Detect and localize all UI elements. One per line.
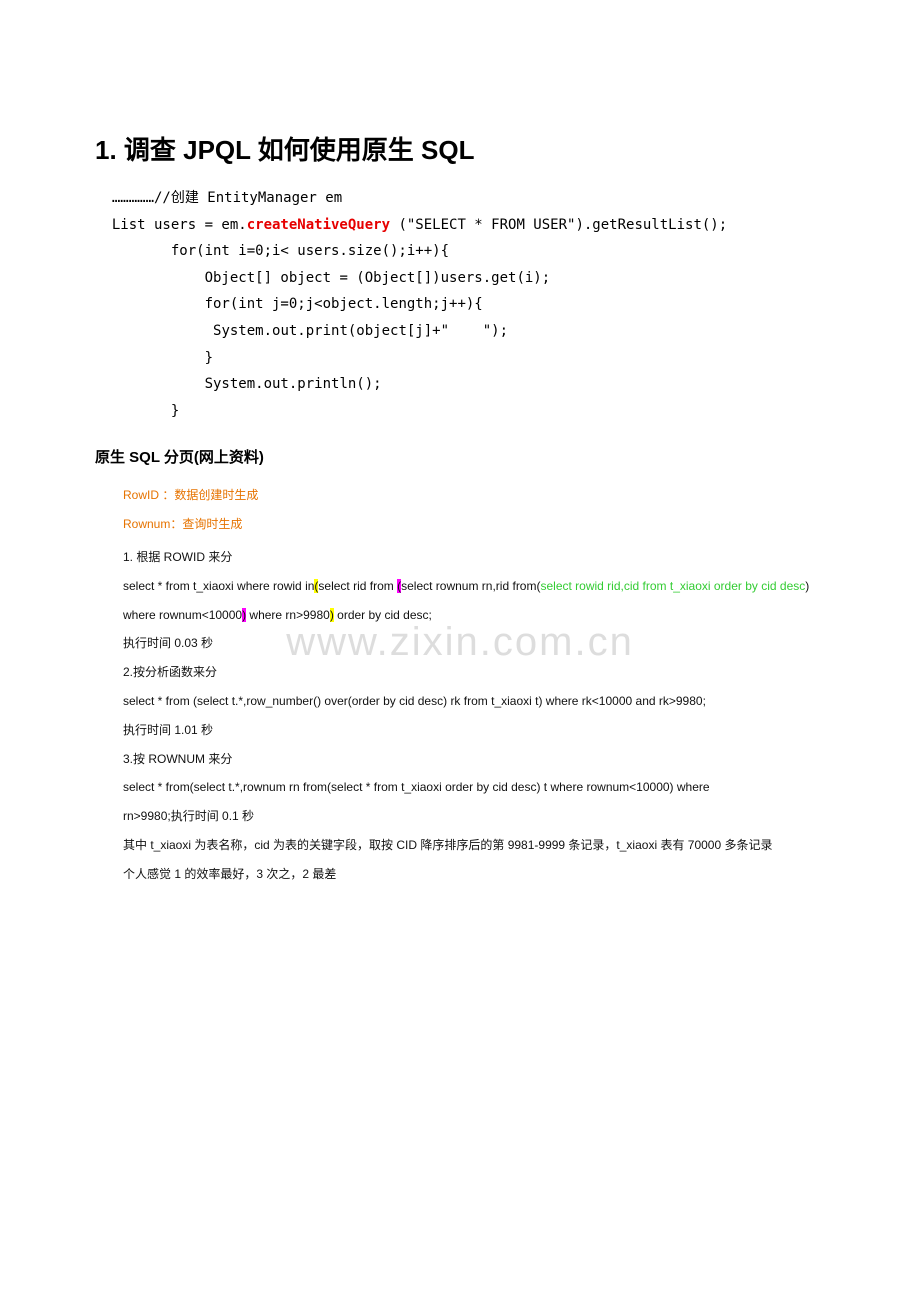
- content-section: RowID ：数据创建时生成 Rownum：查询时生成 1. 根据 ROWID …: [95, 481, 825, 888]
- code-line-4: Object[] object = (Object[])users.get(i)…: [95, 270, 550, 286]
- sql1-part-h: where rn>9980: [246, 608, 330, 622]
- code-line-2a: List users = em.: [95, 217, 247, 233]
- exec-time-1: 执行时间 0.03 秒: [123, 629, 825, 658]
- code-line-9: }: [95, 403, 179, 419]
- sql-query-2: select * from (select t.*,row_number() o…: [123, 687, 825, 716]
- code-line-7: }: [95, 350, 213, 366]
- highlighted-method: createNativeQuery: [247, 217, 390, 233]
- note-1: 其中 t_xiaoxi 为表名称，cid 为表的关键字段，取按 CID 降序排序…: [123, 831, 825, 860]
- heading-1: 1. 调查 JPQL 如何使用原生 SQL: [95, 130, 825, 167]
- orange-text-2: Rownum：查询时生成: [123, 510, 825, 539]
- code-line-1: ……………//创建 EntityManager em: [95, 190, 342, 206]
- orange-text-1: RowID ：数据创建时生成: [123, 481, 825, 510]
- code-block: ……………//创建 EntityManager em List users = …: [95, 185, 825, 424]
- code-line-5: for(int j=0;j<object.length;j++){: [95, 296, 483, 312]
- list-item-2: 2.按分析函数来分: [123, 658, 825, 687]
- sql1-part-j: order by cid desc;: [334, 608, 432, 622]
- list-item-1: 1. 根据 ROWID 来分: [123, 543, 825, 572]
- sql1-part-c: select rid from: [318, 579, 397, 593]
- sql-query-3a: select * from(select t.*,rownum rn from(…: [123, 773, 825, 802]
- sql1-part-e: select rownum rn,rid from(: [401, 579, 540, 593]
- code-line-2c: ("SELECT * FROM USER").getResultList();: [390, 217, 727, 233]
- note-2: 个人感觉 1 的效率最好，3 次之，2 最差: [123, 860, 825, 889]
- sql1-green: select rowid rid,cid from t_xiaoxi order…: [540, 579, 805, 593]
- code-line-6: System.out.print(object[j]+" ");: [95, 323, 508, 339]
- heading-2: 原生 SQL 分页(网上资料): [95, 446, 825, 467]
- sql-query-3b: rn>9980;执行时间 0.1 秒: [123, 802, 825, 831]
- sql-query-1: select * from t_xiaoxi where rowid in(se…: [123, 572, 825, 630]
- code-line-8: System.out.println();: [95, 376, 382, 392]
- list-item-3: 3.按 ROWNUM 来分: [123, 745, 825, 774]
- code-line-3: for(int i=0;i< users.size();i++){: [95, 243, 449, 259]
- exec-time-2: 执行时间 1.01 秒: [123, 716, 825, 745]
- sql1-part-a: select * from t_xiaoxi where rowid in: [123, 579, 314, 593]
